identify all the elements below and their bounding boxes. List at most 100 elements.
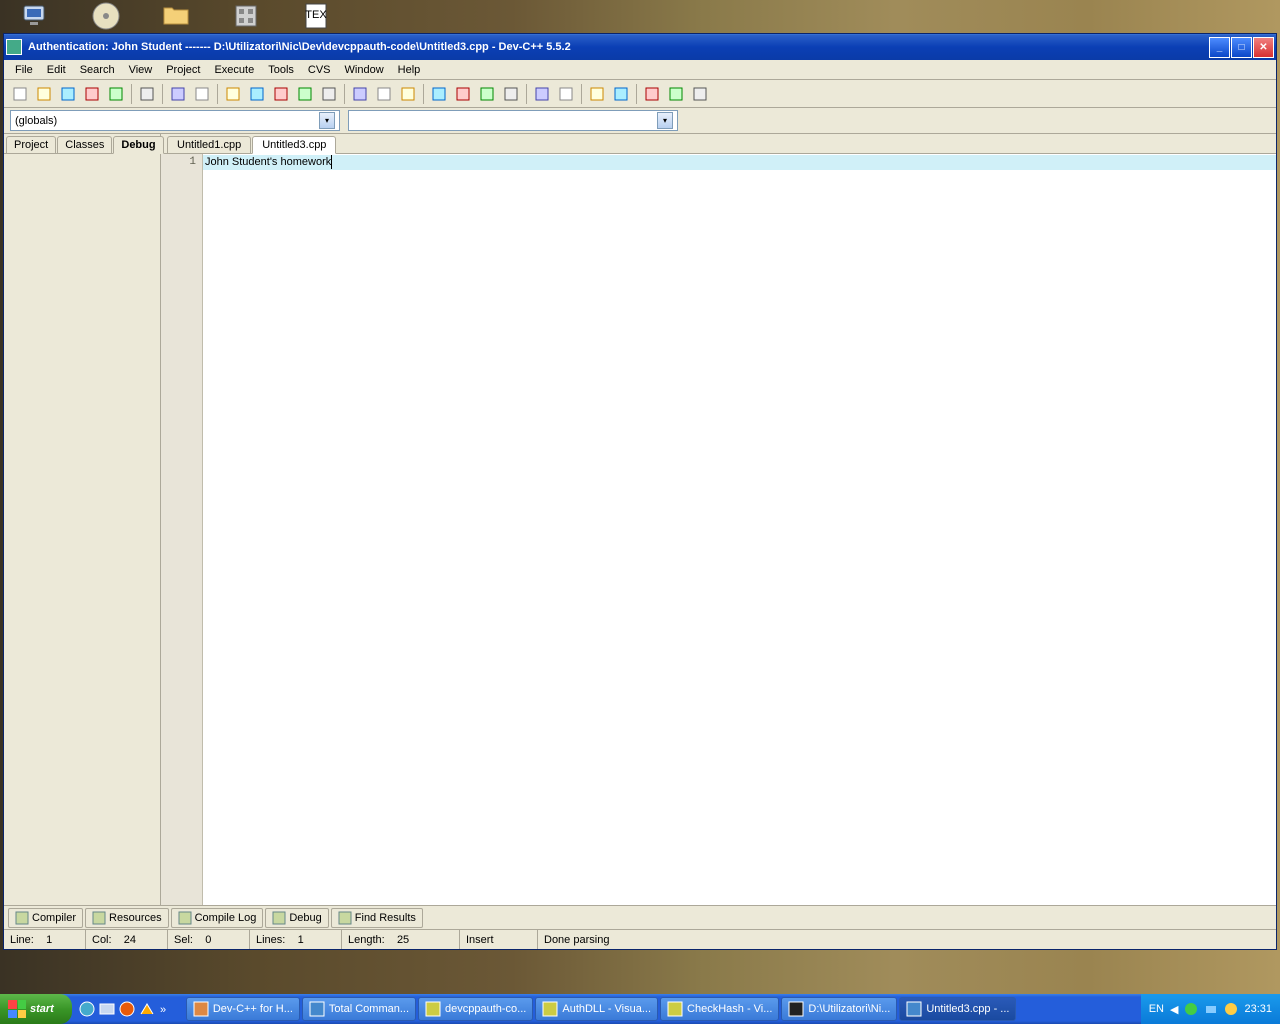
editor-body[interactable]: 1 John Student's homework	[161, 154, 1276, 905]
main-area: ProjectClassesDebug Untitled1.cppUntitle…	[4, 134, 1276, 905]
maximize-button[interactable]: □	[1231, 37, 1252, 58]
scope-combo[interactable]: (globals) ▾	[10, 110, 340, 131]
quick-launch-more[interactable]: »	[158, 1000, 176, 1018]
left-tab-debug[interactable]: Debug	[113, 136, 163, 154]
desktop-icon-folder[interactable]	[160, 0, 192, 32]
toolbar-window-next[interactable]	[641, 83, 663, 105]
debug-icon	[272, 911, 286, 925]
menu-project[interactable]: Project	[159, 62, 207, 78]
menu-cvs[interactable]: CVS	[301, 62, 338, 78]
taskbar-item[interactable]: Total Comman...	[302, 997, 416, 1021]
toolbar-goto-shell[interactable]	[294, 83, 316, 105]
dropdown-arrow-icon[interactable]: ▾	[657, 112, 673, 129]
desktop-icon-computer[interactable]	[20, 0, 52, 32]
bottom-tab-label: Compile Log	[195, 912, 257, 924]
taskbar-item[interactable]: D:\Utilizatori\Ni...	[781, 997, 897, 1021]
toolbar-undo[interactable]	[167, 83, 189, 105]
bottom-tab-compile-log[interactable]: Compile Log	[171, 908, 264, 928]
titlebar[interactable]: Authentication: John Student ------- D:\…	[4, 34, 1276, 60]
toolbar-save-all[interactable]	[81, 83, 103, 105]
taskbar-item[interactable]: CheckHash - Vi...	[660, 997, 779, 1021]
desktop-icon-cdrom[interactable]	[90, 0, 122, 32]
member-combo[interactable]: ▾	[348, 110, 678, 131]
menu-execute[interactable]: Execute	[207, 62, 261, 78]
taskbar-item-label: Untitled3.cpp - ...	[926, 1003, 1009, 1015]
editor-tab[interactable]: Untitled3.cpp	[252, 136, 336, 154]
toolbar-bookmark-add[interactable]	[397, 83, 419, 105]
quick-launch-ie[interactable]	[78, 1000, 96, 1018]
toolbar-toggle-class[interactable]	[452, 83, 474, 105]
svg-text:»: »	[160, 1004, 166, 1016]
menu-view[interactable]: View	[122, 62, 160, 78]
bottom-tab-label: Find Results	[355, 912, 416, 924]
taskbar-item[interactable]: Untitled3.cpp - ...	[899, 997, 1016, 1021]
windows-logo-icon	[8, 1000, 26, 1018]
menu-file[interactable]: File	[8, 62, 40, 78]
taskbar-item[interactable]: AuthDLL - Visua...	[535, 997, 658, 1021]
toolbar-back[interactable]	[349, 83, 371, 105]
start-button[interactable]: start	[0, 994, 72, 1024]
start-label: start	[30, 1003, 54, 1015]
toolbar-print[interactable]	[136, 83, 158, 105]
bottom-tab-compiler[interactable]: Compiler	[8, 908, 83, 928]
bottom-tab-resources[interactable]: Resources	[85, 908, 169, 928]
menu-tools[interactable]: Tools	[261, 62, 301, 78]
left-tab-project[interactable]: Project	[6, 136, 56, 153]
left-panel: ProjectClassesDebug	[4, 134, 161, 905]
systray-volume-icon[interactable]	[1224, 1002, 1238, 1016]
line-number: 1	[161, 155, 202, 170]
taskbar-item[interactable]: Dev-C++ for H...	[186, 997, 300, 1021]
toolbar-find[interactable]	[222, 83, 244, 105]
taskbar-item[interactable]: devcppauth-co...	[418, 997, 533, 1021]
taskbar-item-icon	[788, 1001, 804, 1017]
status-insert: Insert	[460, 930, 538, 949]
menu-window[interactable]: Window	[338, 62, 391, 78]
systray-shield-icon[interactable]	[1184, 1002, 1198, 1016]
toolbar-close[interactable]	[105, 83, 127, 105]
systray-network-icon[interactable]	[1204, 1002, 1218, 1016]
dropdown-arrow-icon[interactable]: ▾	[319, 112, 335, 129]
editor-tab[interactable]: Untitled1.cpp	[167, 136, 251, 153]
code-area[interactable]: John Student's homework	[203, 154, 1276, 905]
menu-help[interactable]: Help	[391, 62, 428, 78]
toolbar	[4, 80, 1276, 108]
toolbar-forward[interactable]	[373, 83, 395, 105]
clock[interactable]: 23:31	[1244, 1003, 1272, 1015]
toolbar-compile-cancel[interactable]	[555, 83, 577, 105]
bottom-tab-debug[interactable]: Debug	[265, 908, 328, 928]
toolbar-toggle-debug[interactable]	[476, 83, 498, 105]
toolbar-toggle-panels[interactable]	[500, 83, 522, 105]
close-button[interactable]: ✕	[1253, 37, 1274, 58]
desktop-icon-settings[interactable]	[230, 0, 262, 32]
code-line[interactable]: John Student's homework	[203, 155, 1276, 170]
quick-launch-desktop[interactable]	[98, 1000, 116, 1018]
menu-edit[interactable]: Edit	[40, 62, 73, 78]
toolbar-toggle-project[interactable]	[428, 83, 450, 105]
quick-launch-firefox[interactable]	[118, 1000, 136, 1018]
menu-search[interactable]: Search	[73, 62, 122, 78]
bottom-tab-find-results[interactable]: Find Results	[331, 908, 423, 928]
toolbar-redo[interactable]	[191, 83, 213, 105]
desktop-icon-tex[interactable]: TEX	[300, 0, 332, 32]
language-indicator[interactable]: EN	[1149, 1003, 1164, 1015]
toolbar-profile[interactable]	[586, 83, 608, 105]
bottom-tab-label: Resources	[109, 912, 162, 924]
toolbar-compile-ok[interactable]	[531, 83, 553, 105]
toolbar-debug-run[interactable]	[610, 83, 632, 105]
quick-launch-app[interactable]	[138, 1000, 156, 1018]
left-tabs: ProjectClassesDebug	[4, 134, 160, 154]
toolbar-goto-line[interactable]	[318, 83, 340, 105]
left-tab-classes[interactable]: Classes	[57, 136, 112, 153]
toolbar-window-prev[interactable]	[665, 83, 687, 105]
toolbar-replace[interactable]	[246, 83, 268, 105]
toolbar-find-in-files[interactable]	[270, 83, 292, 105]
resources-icon	[92, 911, 106, 925]
toolbar-window-close[interactable]	[689, 83, 711, 105]
toolbar-new-file[interactable]	[9, 83, 31, 105]
toolbar-open[interactable]	[33, 83, 55, 105]
systray: EN ◀ 23:31	[1141, 994, 1280, 1024]
minimize-button[interactable]: _	[1209, 37, 1230, 58]
taskbar-item-label: AuthDLL - Visua...	[562, 1003, 651, 1015]
toolbar-save[interactable]	[57, 83, 79, 105]
systray-icon[interactable]: ◀	[1170, 1003, 1178, 1016]
